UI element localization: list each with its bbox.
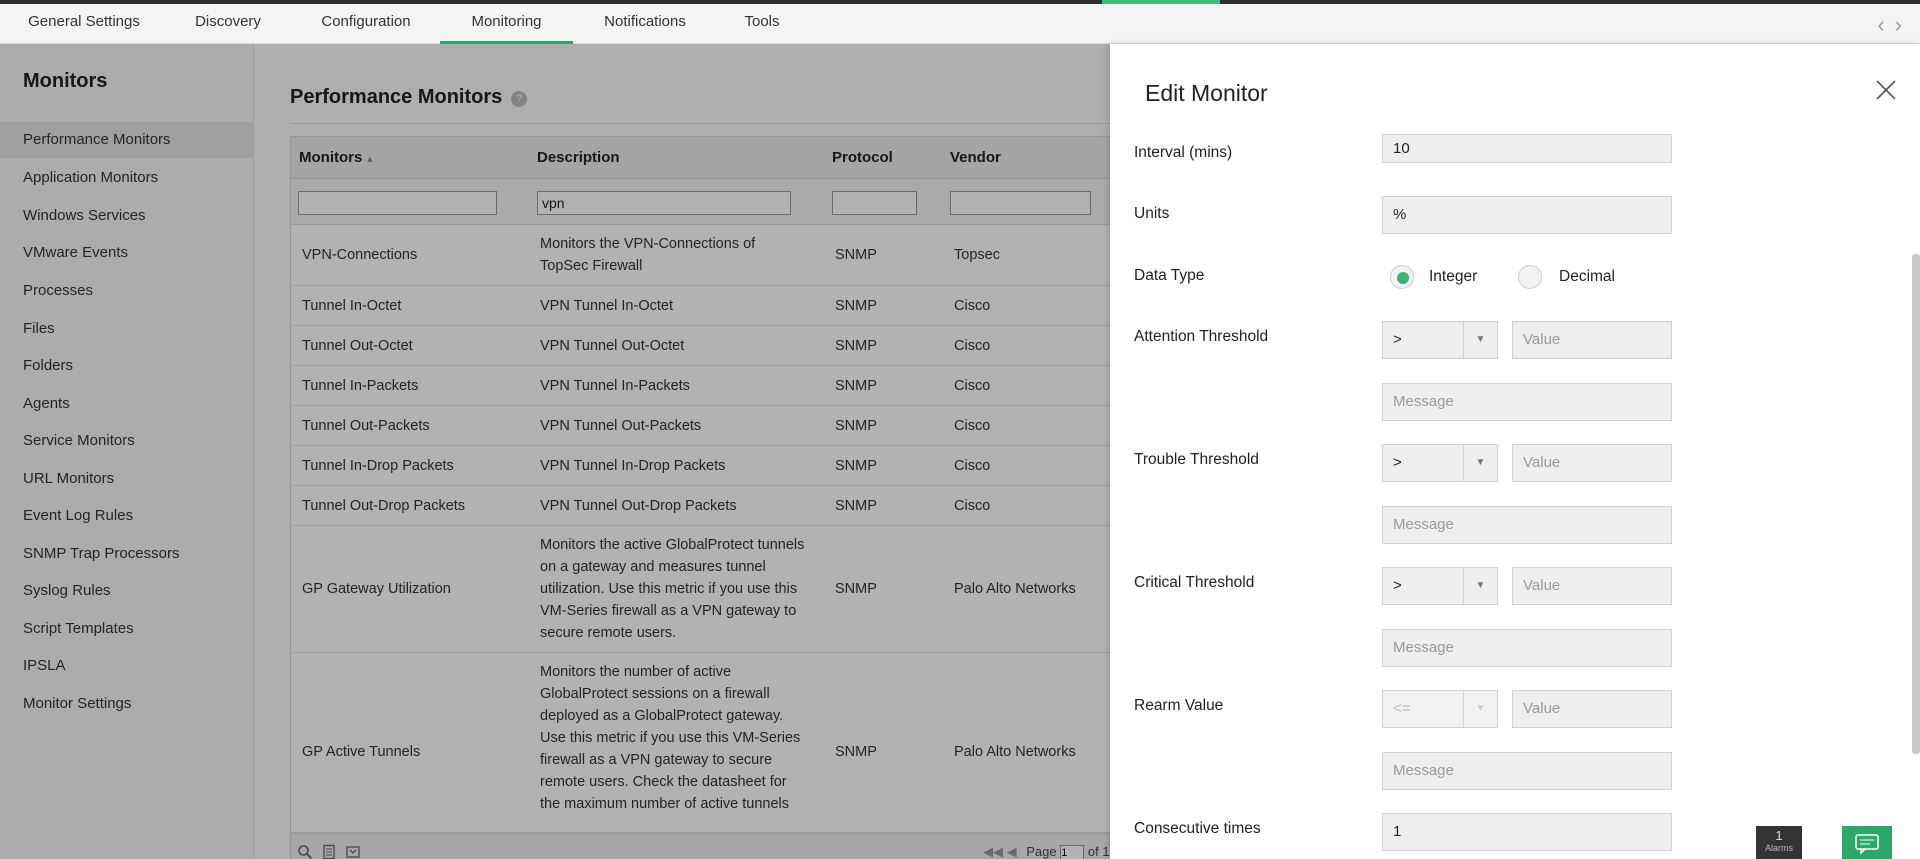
modal-backdrop[interactable] <box>0 44 1110 859</box>
attention-message-input[interactable]: Message <box>1382 383 1672 421</box>
integer-radio[interactable] <box>1390 265 1414 289</box>
panel-title: Edit Monitor <box>1145 80 1268 106</box>
selected-operator: > <box>1393 331 1402 348</box>
critical-threshold-label: Critical Threshold <box>1134 574 1255 591</box>
rearm-message-input[interactable]: Message <box>1382 752 1672 790</box>
tab-bar: General Settings Discovery Configuration… <box>0 4 1920 44</box>
critical-operator-select[interactable]: > ▼ <box>1382 567 1498 605</box>
selected-operator: <= <box>1393 700 1411 717</box>
close-icon[interactable] <box>1874 78 1898 102</box>
attention-operator-select[interactable]: > ▼ <box>1382 321 1498 359</box>
chevron-down-icon: ▼ <box>1463 568 1497 604</box>
chat-button[interactable] <box>1842 826 1892 859</box>
interval-field[interactable]: 10 <box>1382 134 1672 163</box>
trouble-message-input[interactable]: Message <box>1382 506 1672 544</box>
attention-threshold-label: Attention Threshold <box>1134 328 1269 345</box>
rearm-operator-select: <= ▼ <box>1382 690 1498 728</box>
edit-monitor-panel: Edit Monitor Interval (mins) 10 Units % … <box>1110 44 1920 859</box>
alarm-count: 1 <box>1775 828 1783 843</box>
panel-scrollbar[interactable] <box>1912 254 1920 754</box>
trouble-operator-select[interactable]: > ▼ <box>1382 444 1498 482</box>
chevron-down-icon: ▼ <box>1463 445 1497 481</box>
tab-monitoring[interactable]: Monitoring <box>440 4 573 44</box>
rearm-value-input[interactable]: Value <box>1512 690 1672 728</box>
tab-general-settings[interactable]: General Settings <box>14 4 154 44</box>
alarm-label: Alarms <box>1764 843 1793 853</box>
selected-operator: > <box>1393 454 1402 471</box>
attention-value-input[interactable]: Value <box>1512 321 1672 359</box>
data-type-label: Data Type <box>1134 267 1205 284</box>
chevron-right-icon[interactable]: › <box>1895 12 1912 37</box>
integer-radio-label: Integer <box>1429 268 1478 285</box>
alarms-badge[interactable]: 1 Alarms <box>1756 826 1802 859</box>
critical-value-input[interactable]: Value <box>1512 567 1672 605</box>
units-field[interactable]: % <box>1382 196 1672 234</box>
trouble-value-input[interactable]: Value <box>1512 444 1672 482</box>
chevron-down-icon: ▼ <box>1463 691 1497 727</box>
units-label: Units <box>1134 205 1170 222</box>
decimal-radio-label: Decimal <box>1559 268 1615 285</box>
decimal-radio[interactable] <box>1518 265 1542 289</box>
rearm-value-label: Rearm Value <box>1134 697 1224 714</box>
selected-operator: > <box>1393 577 1402 594</box>
tab-scroll-arrows[interactable]: ‹› <box>1877 12 1912 38</box>
interval-label: Interval (mins) <box>1134 144 1233 161</box>
chevron-down-icon: ▼ <box>1463 322 1497 358</box>
consecutive-times-label: Consecutive times <box>1134 820 1261 837</box>
trouble-threshold-label: Trouble Threshold <box>1134 451 1259 468</box>
tab-tools[interactable]: Tools <box>732 4 792 44</box>
chevron-left-icon[interactable]: ‹ <box>1877 12 1894 37</box>
tab-notifications[interactable]: Notifications <box>590 4 700 44</box>
critical-message-input[interactable]: Message <box>1382 629 1672 667</box>
tab-discovery[interactable]: Discovery <box>180 4 276 44</box>
tab-configuration[interactable]: Configuration <box>306 4 426 44</box>
consecutive-times-field[interactable]: 1 <box>1382 813 1672 851</box>
chat-icon <box>1855 834 1879 855</box>
